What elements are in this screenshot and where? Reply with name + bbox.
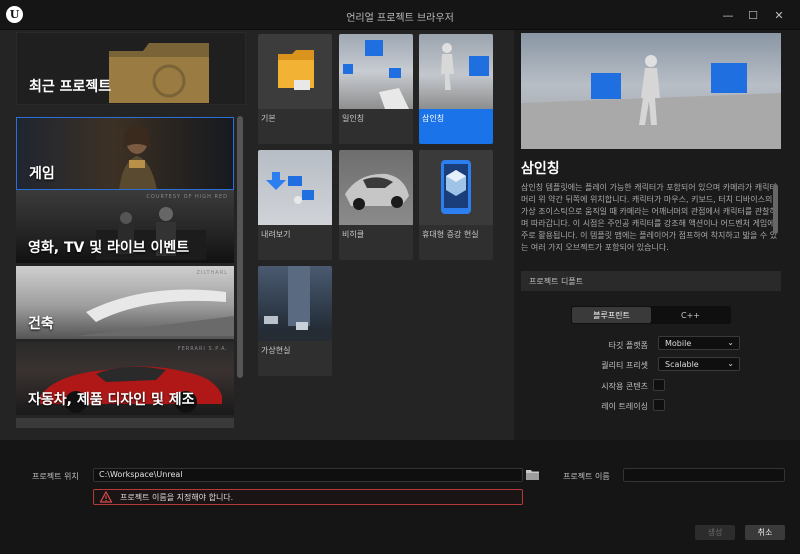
cancel-button[interactable]: 취소: [745, 525, 785, 540]
template-vr-thumb: [258, 266, 332, 341]
project-defaults-header: 프로젝트 디폴트: [521, 271, 781, 291]
error-message: 프로젝트 이름을 지정해야 합니다.: [120, 493, 234, 502]
details-panel: 삼인칭 삼인칭 템플릿에는 플레이 가능한 캐릭터가 포함되어 있으며 카메라가…: [514, 30, 800, 440]
category-film[interactable]: COURTESY OF HIGH RED 영화, TV 및 라이브 이벤트: [16, 190, 234, 263]
raytracing-label: 레이 트레이싱: [601, 402, 648, 411]
category-film-label: 영화, TV 및 라이브 이벤트: [28, 240, 190, 256]
template-vehicle-label: 비히클: [342, 230, 365, 239]
vehicle-scene-icon: [345, 173, 409, 210]
template-blank-thumb: [258, 34, 332, 109]
category-architecture[interactable]: ZILTHARL 건축: [16, 266, 234, 339]
close-icon[interactable]: ✕: [767, 5, 791, 25]
folder-icon: [109, 43, 209, 103]
category-scrollbar[interactable]: [237, 116, 243, 378]
blueprint-option[interactable]: 블루프린트: [572, 307, 651, 323]
category-architecture-label: 건축: [28, 316, 54, 332]
starter-content-label: 시작용 콘텐츠: [601, 382, 648, 391]
category-automotive-label: 자동차, 제품 디자인 및 제조: [28, 392, 195, 408]
chevron-down-icon: ⌄: [727, 359, 734, 368]
template-handheld-ar[interactable]: 휴대형 증강 현실: [419, 150, 493, 260]
template-title: 삼인칭: [521, 161, 560, 177]
category-panel: 최근 프로젝트 게임 COURTESY OF HIGH RED 영화, TV 및…: [14, 30, 246, 430]
template-vr[interactable]: 가상현실: [258, 266, 332, 376]
maximize-icon[interactable]: ☐: [741, 5, 765, 25]
template-third-person-thumb: [419, 34, 493, 109]
third-person-preview: [521, 55, 781, 149]
template-handheld-ar-label: 휴대형 증강 현실: [422, 230, 479, 239]
description-scrollbar[interactable]: [773, 184, 778, 234]
quality-preset-value: Scalable: [665, 360, 699, 369]
template-vehicle[interactable]: 비히클: [339, 150, 413, 260]
vr-scene-icon: [258, 266, 332, 341]
first-person-scene-icon: [343, 40, 409, 109]
category-game-label: 게임: [29, 166, 55, 182]
category-automotive[interactable]: FERRARI S.P.A. 자동차, 제품 디자인 및 제조: [16, 342, 234, 415]
third-person-scene-icon: [441, 43, 489, 90]
create-button[interactable]: 생성: [695, 525, 735, 540]
architecture-image: [76, 289, 234, 336]
template-vr-label: 가상현실: [261, 346, 291, 355]
template-description: 삼인칭 템플릿에는 플레이 가능한 캐릭터가 포함되어 있으며 카메라가 캐릭터…: [521, 183, 778, 252]
project-location-field[interactable]: C:\Workspace\Unreal: [93, 468, 523, 482]
handheld-ar-icon: [441, 160, 471, 214]
chevron-down-icon: ⌄: [727, 338, 734, 347]
project-name-label: 프로젝트 이름: [563, 472, 610, 481]
quality-preset-label: 퀄리티 프리셋: [601, 361, 648, 370]
template-top-down[interactable]: 내려보기: [258, 150, 332, 260]
template-first-person-label: 일인칭: [342, 114, 365, 123]
template-blank[interactable]: 기본: [258, 34, 332, 144]
template-third-person-label: 삼인칭: [422, 114, 445, 123]
category-next-partial: [16, 418, 234, 428]
warning-icon: [100, 491, 112, 503]
target-platform-dropdown[interactable]: Mobile ⌄: [658, 336, 740, 350]
template-third-person[interactable]: 삼인칭: [419, 34, 493, 144]
category-automotive-credit: FERRARI S.P.A.: [177, 346, 228, 352]
template-preview-image: [521, 33, 781, 149]
target-platform-label: 타깃 플랫폼: [608, 341, 648, 350]
cpp-option[interactable]: C++: [651, 307, 730, 323]
template-vehicle-thumb: [339, 150, 413, 225]
category-recent-label: 최근 프로젝트: [29, 79, 112, 95]
main-panel: 최근 프로젝트 게임 COURTESY OF HIGH RED 영화, TV 및…: [0, 30, 800, 440]
footer-panel: 프로젝트 위치 C:\Workspace\Unreal 프로젝트 이름 프로젝트…: [0, 440, 800, 554]
project-location-label: 프로젝트 위치: [32, 472, 79, 481]
category-game[interactable]: 게임: [16, 117, 234, 190]
quality-preset-dropdown[interactable]: Scalable ⌄: [658, 357, 740, 371]
raytracing-checkbox[interactable]: [653, 399, 665, 411]
category-recent-projects[interactable]: 최근 프로젝트: [16, 32, 246, 105]
minimize-icon[interactable]: —: [716, 5, 740, 25]
window-title: 언리얼 프로젝트 브라우저: [346, 13, 454, 24]
template-top-down-thumb: [258, 150, 332, 225]
error-banner: 프로젝트 이름을 지정해야 합니다.: [93, 489, 523, 505]
template-top-down-label: 내려보기: [261, 230, 291, 239]
template-handheld-ar-thumb: [419, 150, 493, 225]
title-bar: U 언리얼 프로젝트 브라우저 — ☐ ✕: [0, 0, 800, 30]
game-character-image: [119, 125, 157, 189]
blank-folder-icon: [278, 50, 314, 90]
template-blank-label: 기본: [261, 114, 276, 123]
template-first-person-thumb: [339, 34, 413, 109]
project-name-field[interactable]: [623, 468, 785, 482]
folder-browse-icon[interactable]: [526, 469, 539, 480]
top-down-scene-icon: [266, 172, 314, 204]
target-platform-value: Mobile: [665, 339, 692, 348]
template-first-person[interactable]: 일인칭: [339, 34, 413, 144]
starter-content-checkbox[interactable]: [653, 379, 665, 391]
language-toggle: 블루프린트 C++: [571, 306, 731, 324]
